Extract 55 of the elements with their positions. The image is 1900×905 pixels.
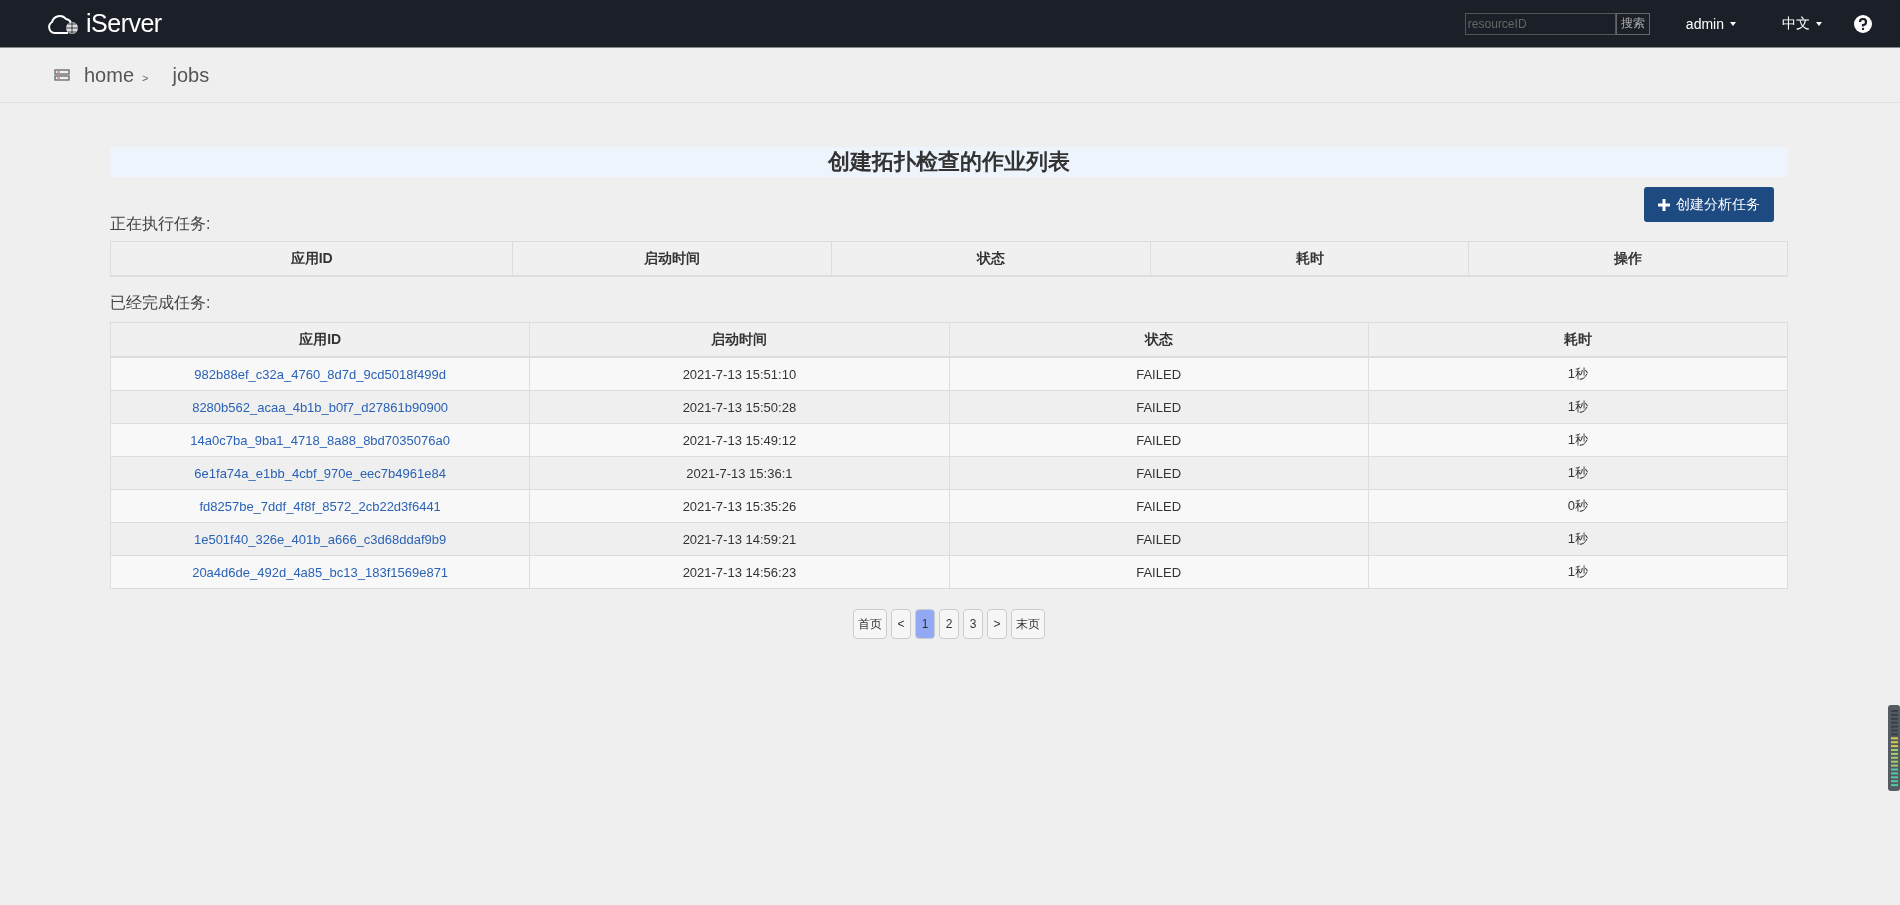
table-cell: 2021-7-13 14:56:23 <box>529 555 949 589</box>
column-header: 启动时间 <box>529 322 949 357</box>
table-cell: 2021-7-13 14:59:21 <box>529 522 949 556</box>
logo-text: iServer <box>86 9 162 38</box>
table-cell: FAILED <box>949 390 1369 424</box>
column-header: 应用ID <box>110 322 530 357</box>
server-icon <box>54 69 70 81</box>
page-button[interactable]: < <box>891 609 911 639</box>
column-header: 启动时间 <box>512 241 832 276</box>
table-cell: 1秒 <box>1368 522 1788 556</box>
table-cell: FAILED <box>949 357 1369 391</box>
breadcrumb-item[interactable]: jobs <box>172 63 210 87</box>
table-cell: 2021-7-13 15:35:26 <box>529 489 949 523</box>
table-cell: FAILED <box>949 489 1369 523</box>
user-menu[interactable]: admin <box>1685 15 1736 32</box>
section-label: 正在执行任务: <box>110 214 212 234</box>
page-button[interactable]: 3 <box>963 609 983 639</box>
page-button[interactable]: 1 <box>915 609 935 639</box>
breadcrumb-separator: > <box>142 72 149 84</box>
caret-icon <box>1730 21 1736 26</box>
table-cell: 0秒 <box>1368 489 1788 523</box>
page-button[interactable]: 末页 <box>1011 609 1045 639</box>
language-menu[interactable]: 中文 <box>1782 14 1822 33</box>
table-cell: 2021-7-13 15:51:10 <box>529 357 949 391</box>
page-button[interactable]: 首页 <box>853 609 887 639</box>
table-cell: 2021-7-13 15:49:12 <box>529 423 949 457</box>
table-cell: 1秒 <box>1368 456 1788 490</box>
column-header: 状态 <box>949 322 1369 357</box>
table-cell: 1秒 <box>1368 555 1788 589</box>
search-field[interactable]: resourceID <box>1464 12 1616 35</box>
caret-icon <box>1816 21 1822 26</box>
column-header: 应用ID <box>110 241 513 276</box>
search-button[interactable]: 搜索 <box>1615 12 1650 35</box>
table-cell: FAILED <box>949 522 1369 556</box>
cloud-globe-icon <box>46 12 80 35</box>
table-cell: FAILED <box>949 423 1369 457</box>
breadcrumb-item[interactable]: home <box>84 63 135 87</box>
table-cell: FAILED <box>949 555 1369 589</box>
table-cell: 1秒 <box>1368 357 1788 391</box>
table-cell: 2021-7-13 15:36:1 <box>529 456 949 490</box>
page-button[interactable]: 2 <box>939 609 959 639</box>
column-header: 状态 <box>831 241 1151 276</box>
table-cell: FAILED <box>949 456 1369 490</box>
plus-icon <box>1658 198 1670 211</box>
page-title: 创建拓扑检查的作业列表 <box>110 147 1788 177</box>
column-header: 耗时 <box>1368 322 1788 357</box>
table-cell: 1秒 <box>1368 390 1788 424</box>
create-task-button[interactable]: 创建分析任务 <box>1644 187 1774 222</box>
page-button[interactable]: > <box>987 609 1007 639</box>
table-cell: 2021-7-13 15:50:28 <box>529 390 949 424</box>
help-icon[interactable] <box>1854 14 1872 33</box>
table-cell: 1秒 <box>1368 423 1788 457</box>
column-header: 耗时 <box>1150 241 1469 276</box>
column-header: 操作 <box>1468 241 1788 276</box>
section-label: 已经完成任务: <box>110 293 212 313</box>
